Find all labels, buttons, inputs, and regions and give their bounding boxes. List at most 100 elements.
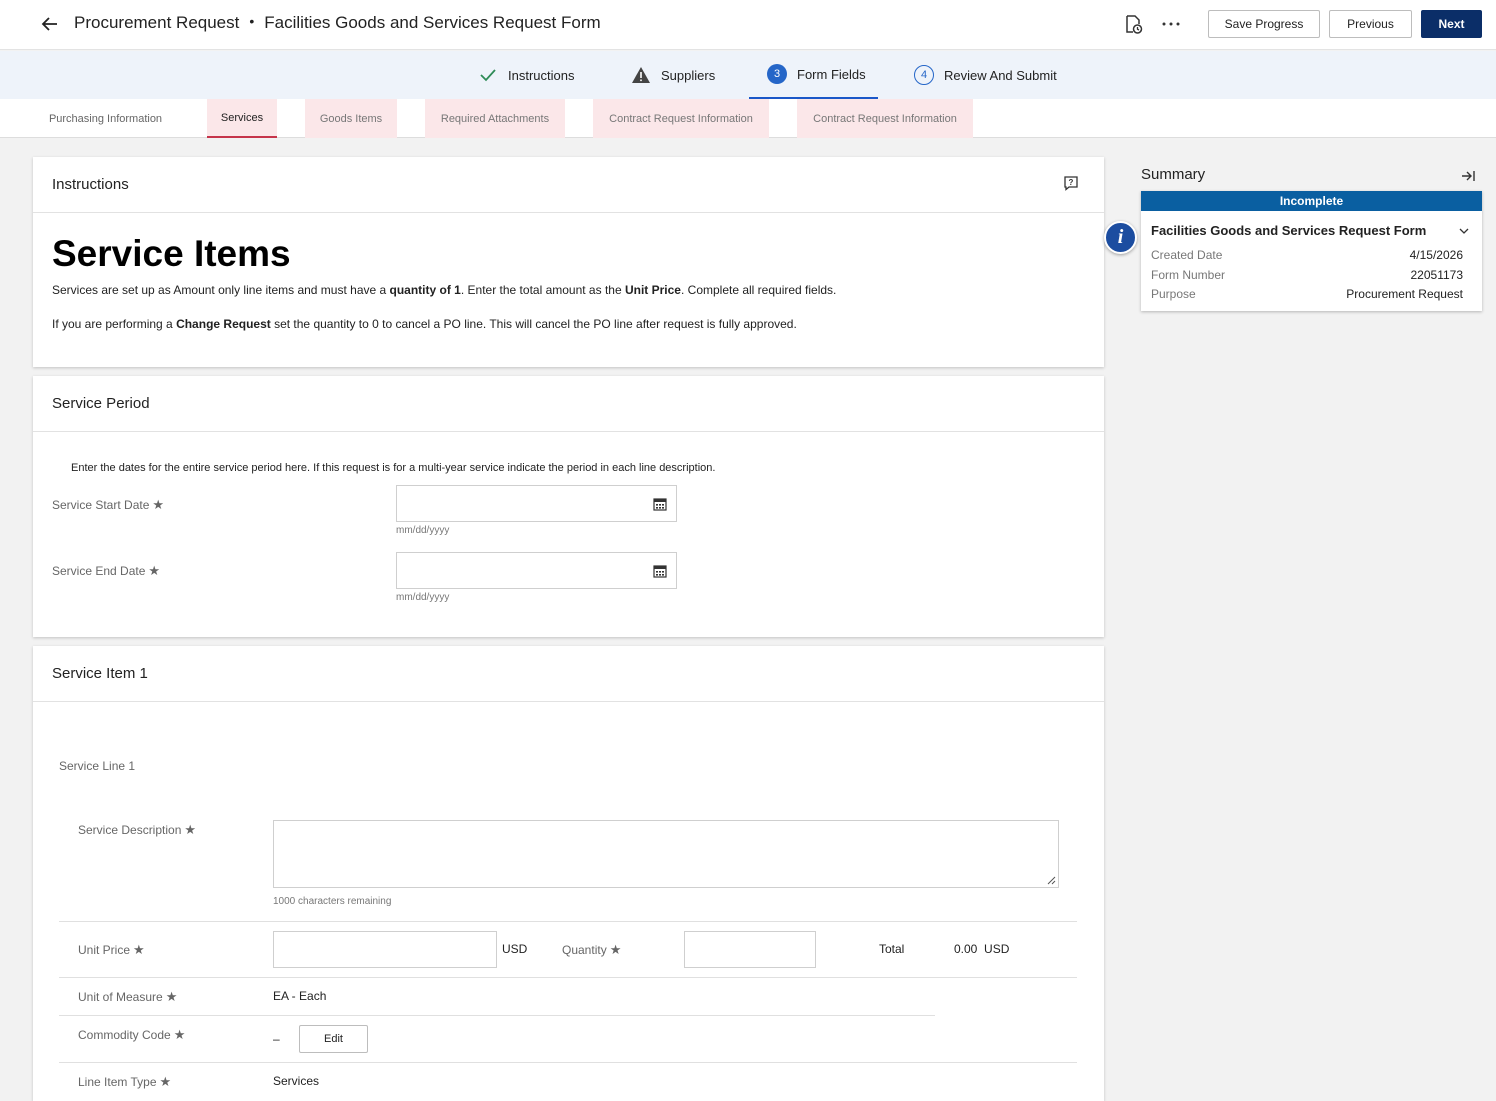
step-review-and-submit[interactable]: 4 Review And Submit: [914, 51, 1057, 99]
tab-required-attachments[interactable]: Required Attachments: [425, 99, 565, 138]
status-badge: Incomplete: [1141, 191, 1482, 211]
instruction-emphasis: Change Request: [176, 317, 271, 331]
step-label: Review And Submit: [944, 67, 1057, 83]
date-format-hint: mm/dd/yyyy: [396, 525, 450, 536]
divider: [59, 1015, 935, 1016]
tab-purchasing-information[interactable]: Purchasing Information: [33, 99, 178, 138]
divider: [59, 1062, 1077, 1063]
unit-of-measure-value: EA - Each: [273, 989, 327, 1003]
chevron-down-icon[interactable]: [1458, 225, 1470, 237]
step-number: 4: [914, 65, 934, 85]
commodity-code-label: Commodity Code ★: [78, 1027, 185, 1043]
required-star-icon: ★: [173, 1027, 186, 1042]
line-item-type-label: Line Item Type ★: [78, 1074, 171, 1090]
unit-price-input[interactable]: [273, 931, 497, 968]
instructions-card: Instructions ? Service Items Services ar…: [33, 157, 1104, 367]
summary-card: Incomplete Facilities Goods and Services…: [1141, 191, 1482, 311]
edit-commodity-button[interactable]: Edit: [299, 1025, 368, 1053]
previous-button[interactable]: Previous: [1329, 10, 1412, 38]
commodity-code-value: –: [273, 1032, 280, 1046]
characters-remaining: 1000 characters remaining: [273, 896, 392, 907]
tab-goods-items[interactable]: Goods Items: [305, 99, 397, 138]
help-icon[interactable]: ?: [1063, 175, 1079, 191]
required-star-icon: ★: [159, 1074, 172, 1089]
summary-title: Summary: [1141, 166, 1206, 183]
unit-of-measure-label: Unit of Measure ★: [78, 989, 177, 1005]
step-number: 3: [767, 64, 787, 84]
quantity-input[interactable]: [684, 931, 816, 968]
instruction-text: set the quantity to 0 to cancel a PO lin…: [270, 317, 797, 331]
svg-text:?: ?: [1069, 178, 1074, 187]
summary-row-form-number: Form Number 22051173: [1151, 268, 1463, 282]
required-star-icon: ★: [184, 822, 197, 837]
unit-price-currency: USD: [502, 942, 528, 956]
service-end-date-input[interactable]: [396, 552, 677, 589]
step-label: Form Fields: [797, 66, 866, 82]
card-heading: Instructions ?: [33, 157, 1104, 213]
save-progress-button[interactable]: Save Progress: [1208, 10, 1320, 38]
instruction-emphasis: Unit Price: [624, 283, 681, 297]
tab-contract-request-information[interactable]: Contract Request Information: [593, 99, 769, 138]
instruction-text-2: If you are performing a Change Request s…: [52, 317, 797, 331]
service-start-date-input[interactable]: [396, 485, 677, 522]
card-heading-text: Service Item 1: [52, 665, 148, 682]
service-start-date-label: Service Start Date ★: [52, 497, 164, 513]
summary-value: Procurement Request: [1346, 287, 1463, 301]
service-description-label: Service Description ★: [78, 822, 196, 838]
required-star-icon: ★: [148, 563, 161, 578]
service-description-textarea[interactable]: [273, 820, 1059, 888]
page-title: Procurement Request • Facilities Goods and…: [74, 13, 601, 33]
info-icon[interactable]: i: [1104, 221, 1137, 254]
title-separator: •: [249, 13, 255, 29]
step-form-fields[interactable]: 3 Form Fields: [749, 51, 878, 99]
service-item-card: Service Item 1 Service Line 1 Service De…: [33, 646, 1104, 1101]
summary-row-purpose: Purpose Procurement Request: [1151, 287, 1463, 301]
summary-value: 4/15/2026: [1409, 248, 1463, 262]
label-text: Line Item Type: [78, 1075, 157, 1089]
summary-value: 22051173: [1410, 268, 1464, 282]
instruction-text: . Complete all required fields.: [680, 283, 837, 297]
total-value: 0.00 USD: [954, 942, 1009, 956]
card-heading-text: Service Period: [52, 395, 150, 412]
more-options-icon[interactable]: [1160, 13, 1182, 35]
date-format-hint: mm/dd/yyyy: [396, 592, 450, 603]
resize-handle-icon[interactable]: [1046, 875, 1056, 885]
service-end-date-label: Service End Date ★: [52, 563, 160, 579]
label-text: Quantity: [562, 943, 607, 957]
summary-key: Form Number: [1151, 268, 1226, 282]
instruction-text: If you are performing a: [52, 317, 177, 331]
label-text: Service End Date: [52, 564, 146, 578]
service-line-label: Service Line 1: [59, 759, 136, 773]
form-title: Facilities Goods and Services Request Fo…: [264, 13, 601, 32]
required-star-icon: ★: [609, 942, 622, 957]
required-star-icon: ★: [152, 497, 165, 512]
total-label: Total: [879, 942, 905, 956]
tab-services[interactable]: Services: [207, 99, 277, 138]
total-amount: 0.00: [954, 942, 978, 956]
divider: [59, 921, 1077, 922]
unit-price-label: Unit Price ★: [78, 942, 145, 958]
step-label: Instructions: [508, 67, 575, 83]
step-suppliers[interactable]: Suppliers: [631, 51, 715, 99]
step-instructions[interactable]: Instructions: [478, 51, 574, 99]
check-icon: [480, 69, 496, 82]
label-text: Unit Price: [78, 943, 131, 957]
collapse-panel-icon[interactable]: [1460, 168, 1476, 184]
calendar-icon[interactable]: [653, 564, 667, 578]
instruction-emphasis: quantity of 1: [389, 283, 461, 297]
required-star-icon: ★: [133, 942, 145, 957]
tab-contract-request-information-2[interactable]: Contract Request Information: [797, 99, 973, 138]
progress-steps: Instructions Suppliers 3 Form Fields 4 R…: [0, 51, 1496, 99]
document-history-icon[interactable]: [1122, 13, 1144, 35]
divider: [59, 977, 1077, 978]
label-text: Commodity Code: [78, 1028, 171, 1042]
label-text: Unit of Measure: [78, 990, 163, 1004]
warning-icon: [632, 67, 650, 83]
label-text: Service Description: [78, 823, 182, 837]
section-tabs: Purchasing Information Services Goods It…: [0, 99, 1496, 138]
summary-key: Created Date: [1151, 248, 1223, 262]
back-arrow-icon[interactable]: [38, 13, 60, 35]
calendar-icon[interactable]: [653, 497, 667, 511]
next-button[interactable]: Next: [1421, 10, 1482, 38]
breadcrumb[interactable]: Procurement Request: [74, 13, 239, 32]
